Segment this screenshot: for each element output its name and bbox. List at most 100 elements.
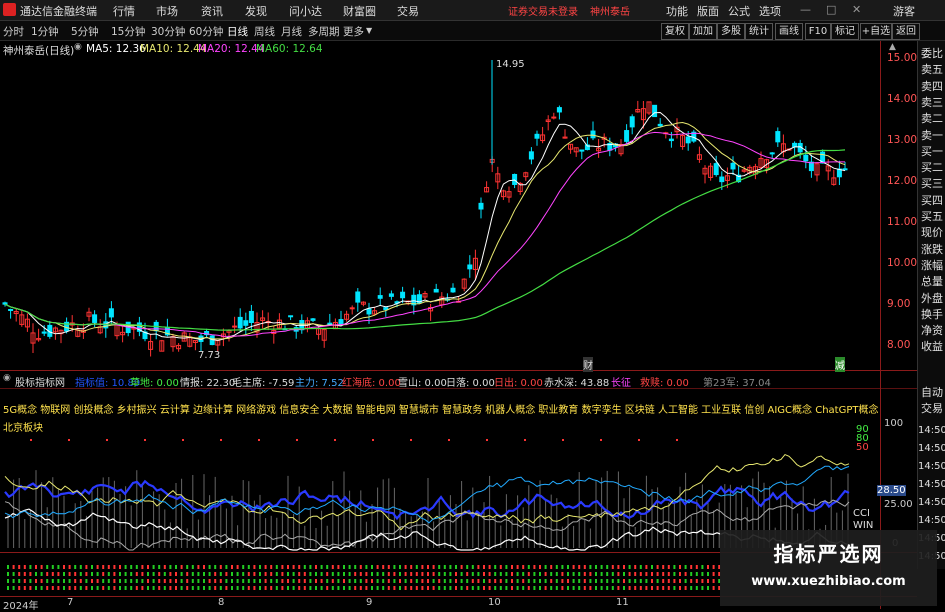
candle-body	[534, 133, 540, 139]
signal-dot	[191, 565, 194, 569]
signal-dot	[443, 579, 446, 583]
signal-dot	[527, 572, 530, 576]
indicator-value: 第23军: 37.04	[703, 378, 771, 389]
signal-dot	[40, 579, 43, 583]
signal-dot	[186, 586, 189, 590]
candle-body	[842, 168, 848, 171]
candle-body	[108, 308, 114, 318]
signal-dot	[676, 439, 678, 441]
signal-dot	[544, 565, 547, 569]
signal-dot	[315, 565, 317, 569]
signal-dot	[421, 586, 424, 590]
signal-dot	[516, 565, 519, 569]
signal-dot	[12, 565, 15, 569]
signal-dot	[455, 579, 457, 583]
signal-dot	[695, 565, 698, 569]
signal-dot	[236, 579, 239, 583]
reduce-event-marker[interactable]: 减	[835, 357, 845, 372]
signal-dot	[432, 579, 435, 583]
signal-dot	[303, 579, 306, 583]
sidebar-auto-trade[interactable]: 自动	[918, 386, 945, 399]
signal-dot	[562, 439, 564, 441]
signal-dot	[623, 565, 625, 569]
signal-dot	[219, 572, 222, 576]
signal-dot	[483, 572, 485, 576]
signal-dot	[432, 565, 435, 569]
signal-dot	[236, 572, 239, 576]
signal-dot	[656, 572, 659, 576]
signal-dot	[119, 572, 121, 576]
signal-dot	[404, 572, 407, 576]
signal-dot	[662, 565, 665, 569]
signal-dot	[259, 572, 261, 576]
signal-dot	[258, 439, 260, 441]
signal-dot	[359, 572, 362, 576]
signal-dot	[477, 579, 480, 583]
candle-body	[719, 176, 725, 183]
signal-dot	[466, 586, 469, 590]
signal-dot	[567, 572, 569, 576]
signal-dot	[63, 579, 65, 583]
signal-dot	[617, 565, 620, 569]
signal-dot	[449, 572, 452, 576]
signal-dot	[231, 572, 233, 576]
signal-dot	[628, 572, 631, 576]
ind-tick: 100	[884, 418, 904, 429]
signal-dot	[399, 586, 401, 590]
signal-dot	[343, 579, 345, 583]
signal-dot	[555, 586, 558, 590]
sidebar-arrow-icon[interactable]: ▲	[889, 42, 896, 52]
sidebar-item: 涨跌	[921, 242, 943, 256]
signal-dot	[219, 579, 222, 583]
signal-dot	[494, 586, 497, 590]
signal-dot	[203, 565, 205, 569]
signal-dot	[253, 565, 256, 569]
signal-dot	[348, 565, 351, 569]
signal-dot	[393, 565, 396, 569]
signal-dot	[326, 572, 329, 576]
signal-dot	[595, 565, 597, 569]
signal-dot	[583, 565, 586, 569]
signal-dot	[191, 586, 194, 590]
signal-dot	[707, 579, 709, 583]
signal-dot	[320, 579, 323, 583]
ma-settings-icon[interactable]: ◉	[74, 42, 82, 52]
signal-dot	[634, 572, 637, 576]
signal-dot	[292, 572, 295, 576]
signal-dot	[555, 572, 558, 576]
signal-dot	[180, 572, 183, 576]
low-price-label: 7.73	[198, 350, 221, 361]
signal-dot	[527, 579, 530, 583]
signal-dot	[343, 565, 345, 569]
signal-dot	[589, 572, 592, 576]
signal-dot	[449, 586, 452, 590]
signal-dot	[382, 565, 385, 569]
signal-dot	[483, 586, 485, 590]
signal-dot	[438, 586, 441, 590]
sidebar-item: 卖三	[921, 95, 943, 109]
signal-dot	[203, 586, 205, 590]
sidebar-item: 卖二	[921, 112, 943, 126]
signal-dot	[499, 579, 502, 583]
indicator-name[interactable]: 股标指标网	[15, 374, 65, 389]
signal-dot	[46, 572, 49, 576]
signal-dot	[410, 572, 413, 576]
signal-dot	[595, 586, 597, 590]
signal-dot	[567, 579, 569, 583]
signal-dot	[158, 565, 161, 569]
signal-dot	[376, 579, 379, 583]
signal-dot	[79, 579, 82, 583]
signal-dot	[74, 579, 77, 583]
signal-dot	[130, 586, 133, 590]
signal-dot	[7, 565, 9, 569]
signal-dot	[611, 586, 614, 590]
signal-dot	[600, 579, 603, 583]
sidebar-auto-trade[interactable]: 交易	[918, 402, 945, 415]
signal-dot	[639, 572, 642, 576]
indicator-settings-icon[interactable]: ◉	[3, 373, 11, 383]
signal-dot	[264, 565, 267, 569]
kline-chart-area[interactable]	[0, 0, 945, 609]
finance-event-marker[interactable]: 财	[583, 357, 593, 372]
signal-dot	[298, 586, 301, 590]
sidebar-item: 涨幅	[921, 258, 943, 272]
